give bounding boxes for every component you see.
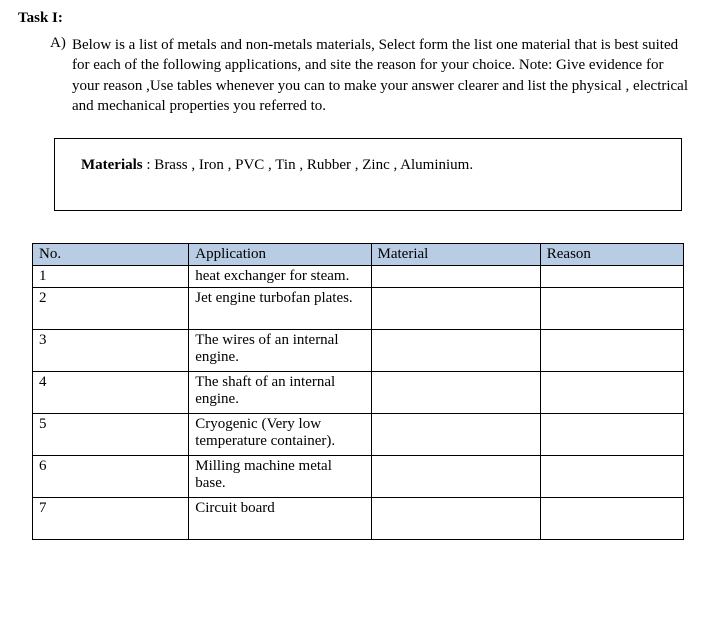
cell-reason[interactable] [540, 372, 683, 414]
section-a-letter: A) [50, 35, 72, 116]
applications-table: No. Application Material Reason 1 heat e… [32, 243, 684, 540]
cell-reason[interactable] [540, 414, 683, 456]
table-row: 2 Jet engine turbofan plates. [33, 288, 684, 330]
table-row: 6 Milling machine metal base. [33, 456, 684, 498]
cell-no: 3 [33, 330, 189, 372]
materials-label: Materials [81, 157, 143, 173]
section-a-block: A) Below is a list of metals and non-met… [18, 35, 688, 116]
table-header-row: No. Application Material Reason [33, 244, 684, 266]
cell-no: 1 [33, 266, 189, 288]
cell-no: 6 [33, 456, 189, 498]
header-material: Material [371, 244, 540, 266]
header-reason: Reason [540, 244, 683, 266]
materials-box: Materials : Brass , Iron , PVC , Tin , R… [54, 138, 682, 211]
cell-reason[interactable] [540, 330, 683, 372]
cell-reason[interactable] [540, 266, 683, 288]
task-heading: Task I: [18, 10, 688, 27]
cell-material[interactable] [371, 330, 540, 372]
cell-no: 4 [33, 372, 189, 414]
header-no: No. [33, 244, 189, 266]
table-row: 7 Circuit board [33, 498, 684, 540]
cell-application: Jet engine turbofan plates. [189, 288, 371, 330]
cell-application: heat exchanger for steam. [189, 266, 371, 288]
cell-material[interactable] [371, 498, 540, 540]
cell-material[interactable] [371, 456, 540, 498]
cell-reason[interactable] [540, 498, 683, 540]
cell-application: Cryogenic (Very low temperature containe… [189, 414, 371, 456]
table-row: 1 heat exchanger for steam. [33, 266, 684, 288]
cell-material[interactable] [371, 288, 540, 330]
cell-application: The wires of an internal engine. [189, 330, 371, 372]
cell-no: 5 [33, 414, 189, 456]
table-row: 4 The shaft of an internal engine. [33, 372, 684, 414]
cell-no: 2 [33, 288, 189, 330]
cell-application: Circuit board [189, 498, 371, 540]
cell-reason[interactable] [540, 288, 683, 330]
section-a-text: Below is a list of metals and non-metals… [72, 35, 688, 116]
cell-no: 7 [33, 498, 189, 540]
table-row: 5 Cryogenic (Very low temperature contai… [33, 414, 684, 456]
cell-material[interactable] [371, 414, 540, 456]
cell-application: Milling machine metal base. [189, 456, 371, 498]
cell-reason[interactable] [540, 456, 683, 498]
cell-application: The shaft of an internal engine. [189, 372, 371, 414]
table-row: 3 The wires of an internal engine. [33, 330, 684, 372]
header-application: Application [189, 244, 371, 266]
cell-material[interactable] [371, 266, 540, 288]
materials-list: : Brass , Iron , PVC , Tin , Rubber , Zi… [143, 157, 473, 173]
cell-material[interactable] [371, 372, 540, 414]
